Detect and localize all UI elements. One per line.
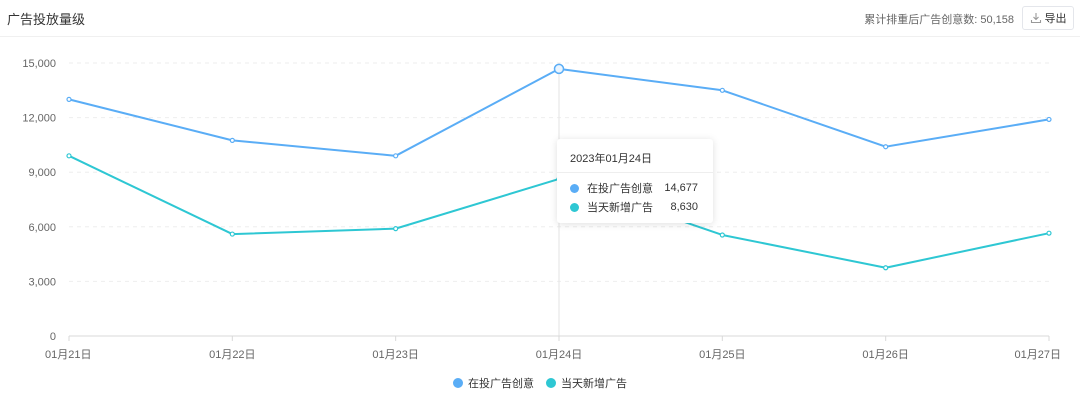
x-tick-label: 01月21日 [45, 349, 91, 361]
legend-item-series-2[interactable]: 当天新增广告 [546, 375, 627, 391]
series-2-point [1046, 230, 1052, 236]
tooltip-series-name: 当天新增广告 [587, 202, 653, 214]
tooltip-series-name: 在投广告创意 [587, 183, 653, 195]
axis-layer: 0 3,000 6,000 9,000 12,000 15,000 01月21日 01月22日… [22, 58, 1061, 361]
x-tick-label: 01月27日 [1015, 349, 1061, 361]
tooltip-row: 在投广告创意 14,677 [570, 181, 698, 195]
chart-header: 广告投放量级 累计排重后广告创意数: 50,158 导出 [0, 0, 1080, 37]
legend-series-2-dot [546, 378, 556, 388]
series-2-point [883, 265, 889, 271]
series-1-point [719, 87, 725, 93]
tooltip-date: 2023年01月24日 [570, 153, 652, 165]
y-tick-label: 12,000 [22, 113, 56, 125]
series-2-point [229, 231, 235, 237]
series-1-point [883, 144, 889, 150]
legend-item-series-1[interactable]: 在投广告创意 [453, 375, 534, 391]
tooltip-series-value: 14,677 [664, 182, 698, 194]
legend-label: 当天新增广告 [561, 378, 627, 390]
total-creatives-summary: 累计排重后广告创意数: 50,158 [864, 11, 1014, 27]
x-tick-label: 01月22日 [209, 349, 255, 361]
page-title: 广告投放量级 [7, 12, 86, 27]
x-tick-label: 01月23日 [372, 349, 418, 361]
series-1-point [553, 63, 565, 75]
tooltip-series-2-dot [570, 202, 579, 212]
export-button[interactable]: 导出 [1022, 6, 1074, 30]
chart-tooltip: 2023年01月24日 在投广告创意 14,677 当天新增广告 8,630 [557, 139, 713, 223]
tooltip-series-1-dot [570, 183, 579, 193]
series-1-point [66, 96, 72, 103]
line-chart: 0 3,000 6,000 9,000 12,000 15,000 01月21日 01月22日… [22, 58, 1061, 361]
series-1-point [229, 137, 235, 143]
x-tick-label: 01月24日 [536, 349, 582, 361]
x-tick-label: 01月25日 [699, 349, 745, 361]
x-tick-label: 01月26日 [862, 349, 908, 361]
y-tick-label: 9,000 [28, 167, 56, 179]
series-1-point [1046, 116, 1052, 123]
y-tick-label: 0 [50, 331, 56, 343]
chart-legend: 在投广告创意 当天新增广告 [0, 375, 1080, 391]
y-tick-label: 3,000 [28, 276, 56, 288]
download-icon [1030, 13, 1041, 24]
export-label: 导出 [1044, 13, 1067, 25]
series-2-point [393, 226, 399, 232]
summary-value: 50,158 [980, 14, 1014, 26]
tooltip-row: 当天新增广告 8,630 [570, 200, 698, 214]
y-tick-label: 6,000 [28, 222, 56, 234]
series-2-point [719, 232, 725, 238]
series-2-point [66, 153, 72, 159]
tooltip-divider [557, 172, 713, 173]
summary-label: 累计排重后广告创意数: [864, 14, 978, 26]
y-tick-label: 15,000 [22, 58, 56, 70]
tooltip-series-value: 8,630 [670, 201, 698, 213]
series-1-point [393, 153, 399, 159]
legend-label: 在投广告创意 [468, 378, 534, 390]
legend-series-1-dot [453, 378, 463, 388]
